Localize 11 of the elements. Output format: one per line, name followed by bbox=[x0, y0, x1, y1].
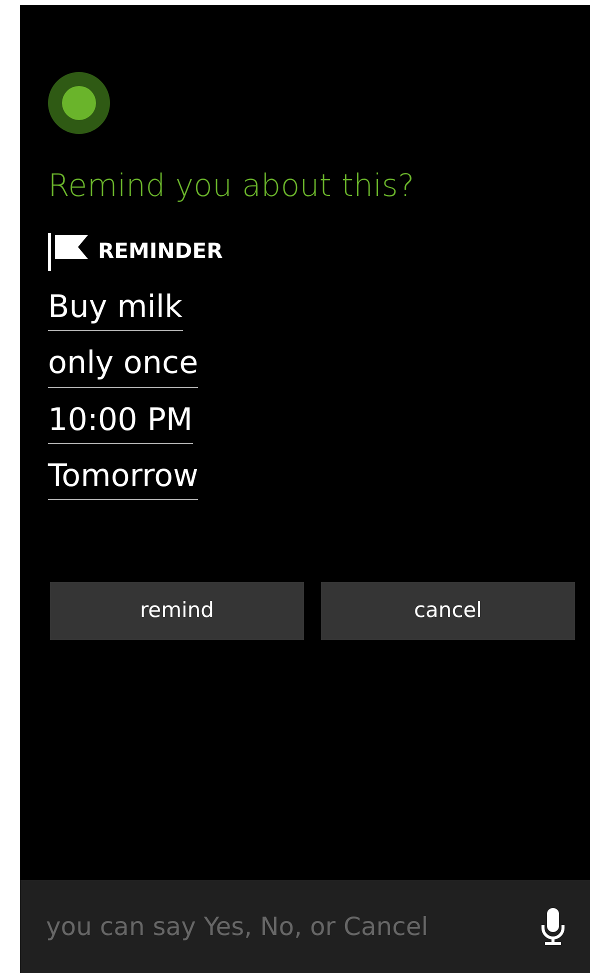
reminder-field[interactable]: Buy milk bbox=[48, 289, 182, 332]
microphone-icon[interactable] bbox=[541, 908, 565, 946]
reminder-field[interactable]: only once bbox=[48, 345, 198, 388]
cancel-button[interactable]: cancel bbox=[321, 582, 575, 640]
section-label: REMINDER bbox=[98, 238, 223, 266]
flag-icon bbox=[48, 233, 88, 272]
remind-button[interactable]: remind bbox=[50, 582, 304, 640]
reminder-field[interactable]: 10:00 PM bbox=[48, 402, 193, 444]
prompt-title: Remind you about this? bbox=[48, 168, 416, 206]
speech-hint: you can say Yes, No, or Cancel bbox=[46, 910, 428, 943]
reminder-field[interactable]: Tomorrow bbox=[48, 458, 198, 500]
